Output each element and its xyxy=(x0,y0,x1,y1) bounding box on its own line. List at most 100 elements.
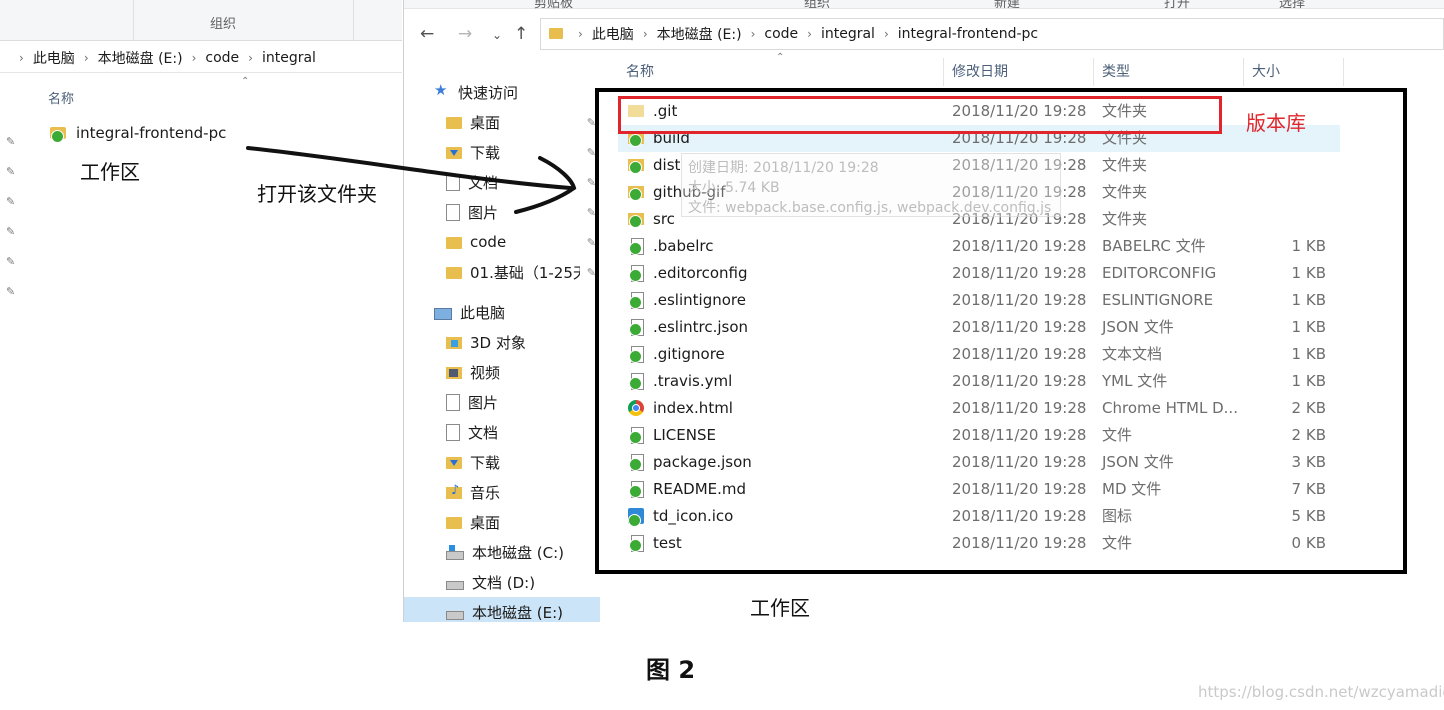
breadcrumb-separator-icon[interactable]: › xyxy=(807,27,812,41)
nav-item[interactable]: 下载 xyxy=(404,447,600,477)
ribbon-divider xyxy=(133,0,134,40)
breadcrumb-item[interactable]: integral xyxy=(821,26,875,42)
left-explorer-window: 组织 › 此电脑 › 本地磁盘 (E:) › code › integral 名称 ⌃ ✎ ✎… xyxy=(0,0,402,622)
breadcrumb-separator-icon[interactable]: › xyxy=(643,27,648,41)
nav-item[interactable]: 音乐 xyxy=(404,477,600,507)
table-row[interactable]: test 2018/11/20 19:28 文件 0 KB xyxy=(618,530,1340,557)
nav-item[interactable]: 本地磁盘 (C:) xyxy=(404,537,600,567)
column-header-size[interactable]: 大小 xyxy=(1252,58,1344,86)
figure-caption: 图 2 xyxy=(646,656,696,684)
breadcrumb-item[interactable]: code xyxy=(205,50,239,66)
git-synced-folder-icon xyxy=(628,130,644,147)
table-row[interactable]: td_icon.ico 2018/11/20 19:28 图标 5 KB xyxy=(618,503,1340,530)
pin-icon[interactable]: ✎ xyxy=(587,266,596,279)
left-address-bar[interactable]: › 此电脑 › 本地磁盘 (E:) › code › integral xyxy=(0,42,402,73)
nav-item-label: 文档 (D:) xyxy=(472,573,536,592)
main-explorer-window: 剪贴板 组织 新建 打开 选择 ← → ⌄ ↑ › 此电脑 › 本地磁盘 (E:) › c… xyxy=(403,0,1444,622)
breadcrumb-item[interactable]: integral-frontend-pc xyxy=(898,26,1038,42)
file-name: src xyxy=(653,210,675,228)
breadcrumb-separator-icon[interactable]: › xyxy=(578,27,583,41)
column-header-type[interactable]: 类型 xyxy=(1102,58,1244,86)
table-row[interactable]: .editorconfig 2018/11/20 19:28 EDITORCONFI… xyxy=(618,260,1340,287)
file-size: 2 KB xyxy=(1291,426,1326,444)
table-row[interactable]: LICENSE 2018/11/20 19:28 文件 2 KB xyxy=(618,422,1340,449)
nav-item[interactable]: 桌面 xyxy=(404,507,600,537)
forward-arrow-icon[interactable]: → xyxy=(458,24,472,44)
column-header-label: 名称 xyxy=(626,64,654,80)
pin-icon: ✎ xyxy=(6,165,16,178)
file-name: .travis.yml xyxy=(653,372,733,390)
git-synced-file-icon xyxy=(628,265,644,282)
nav-item[interactable]: 本地磁盘 (E:) xyxy=(404,597,600,622)
star-icon xyxy=(434,81,450,100)
folder-icon xyxy=(446,237,462,249)
breadcrumb-item[interactable]: 本地磁盘 (E:) xyxy=(657,24,742,44)
column-header-date[interactable]: 修改日期 xyxy=(952,58,1094,86)
table-row[interactable]: .gitignore 2018/11/20 19:28 文本文档 1 KB xyxy=(618,341,1340,368)
breadcrumb-item[interactable]: 此电脑 xyxy=(592,24,634,44)
table-row[interactable]: .eslintignore 2018/11/20 19:28 ESLINTIGNOR… xyxy=(618,287,1340,314)
breadcrumb-separator-icon[interactable]: › xyxy=(192,51,197,65)
ribbon-tab[interactable]: 组织 xyxy=(804,0,830,11)
file-type: Chrome HTML D... xyxy=(1102,399,1238,417)
recent-locations-chevron-icon[interactable]: ⌄ xyxy=(492,28,502,42)
up-arrow-icon[interactable]: ↑ xyxy=(514,24,528,44)
pin-icon[interactable]: ✎ xyxy=(587,236,596,249)
table-row[interactable]: build 2018/11/20 19:28 文件夹 xyxy=(618,125,1340,152)
drive-icon xyxy=(446,580,464,590)
nav-item[interactable]: 视频 xyxy=(404,357,600,387)
ribbon-tab[interactable]: 新建 xyxy=(994,0,1020,11)
hidden-folder-icon xyxy=(628,105,644,117)
pc-icon xyxy=(434,307,452,320)
main-address-bar[interactable]: › 此电脑 › 本地磁盘 (E:) › code › integral › integral-fr… xyxy=(540,18,1444,50)
pin-icon[interactable]: ✎ xyxy=(587,116,596,129)
nav-item[interactable]: 桌面 ✎ xyxy=(404,107,600,137)
breadcrumb[interactable]: › 此电脑 › 本地磁盘 (E:) › code › integral › integral-fr… xyxy=(569,24,1038,44)
nav-item[interactable]: 图片 xyxy=(404,387,600,417)
breadcrumb-item[interactable]: 此电脑 xyxy=(33,48,75,68)
breadcrumb-separator-icon[interactable]: › xyxy=(248,51,253,65)
annotation-workspace-left: 工作区 xyxy=(80,160,140,184)
breadcrumb-separator-icon[interactable]: › xyxy=(884,27,889,41)
git-synced-file-icon xyxy=(628,373,644,390)
breadcrumb-separator-icon[interactable]: › xyxy=(751,27,756,41)
nav-item[interactable]: 文档 xyxy=(404,417,600,447)
breadcrumb-separator-icon[interactable]: › xyxy=(19,51,24,65)
3d-objects-icon xyxy=(446,337,462,349)
nav-item[interactable]: 此电脑 xyxy=(404,297,600,327)
table-row[interactable]: index.html 2018/11/20 19:28 Chrome HTML D.… xyxy=(618,395,1340,422)
nav-item[interactable]: 文档 (D:) xyxy=(404,567,600,597)
table-row[interactable]: .travis.yml 2018/11/20 19:28 YML 文件 1 KB xyxy=(618,368,1340,395)
nav-item[interactable]: 3D 对象 xyxy=(404,327,600,357)
file-date: 2018/11/20 19:28 xyxy=(952,507,1087,525)
nav-item-label: 本地磁盘 (E:) xyxy=(472,603,564,622)
breadcrumb[interactable]: › 此电脑 › 本地磁盘 (E:) › code › integral xyxy=(10,48,316,68)
download-folder-icon xyxy=(446,457,462,469)
table-row[interactable]: .babelrc 2018/11/20 19:28 BABELRC 文件 1 KB xyxy=(618,233,1340,260)
back-arrow-icon[interactable]: ← xyxy=(420,24,434,44)
ribbon-tab[interactable]: 选择 xyxy=(1279,0,1305,11)
column-header-label: 类型 xyxy=(1102,64,1130,80)
breadcrumb-item[interactable]: code xyxy=(764,26,798,42)
file-size: 5 KB xyxy=(1291,507,1326,525)
column-header-name[interactable]: 名称 ⌃ xyxy=(626,52,944,86)
ribbon-tab[interactable]: 剪贴板 xyxy=(534,0,573,11)
column-header-name[interactable]: 名称 ⌃ xyxy=(48,76,249,107)
pin-icon: ✎ xyxy=(6,225,16,238)
nav-item[interactable]: code ✎ xyxy=(404,227,600,257)
table-row[interactable]: .eslintrc.json 2018/11/20 19:28 JSON 文件 1 K… xyxy=(618,314,1340,341)
nav-item[interactable]: 快速访问 xyxy=(404,77,600,107)
breadcrumb-separator-icon[interactable]: › xyxy=(84,51,89,65)
nav-item-label: 快速访问 xyxy=(458,83,519,102)
table-row[interactable]: package.json 2018/11/20 19:28 JSON 文件 3 KB xyxy=(618,449,1340,476)
nav-item[interactable]: 01.基础（1-25天 ✎ xyxy=(404,257,600,287)
breadcrumb-item[interactable]: 本地磁盘 (E:) xyxy=(98,48,183,68)
list-item-integral-frontend-pc[interactable]: integral-frontend-pc xyxy=(50,124,226,143)
ribbon-tab[interactable]: 打开 xyxy=(1164,0,1190,11)
breadcrumb-item[interactable]: integral xyxy=(262,50,316,66)
table-row[interactable]: .git 2018/11/20 19:28 文件夹 xyxy=(618,98,1340,125)
table-row[interactable]: README.md 2018/11/20 19:28 MD 文件 7 KB xyxy=(618,476,1340,503)
file-name: index.html xyxy=(653,399,733,417)
column-header-label: 修改日期 xyxy=(952,64,1008,80)
windows-drive-icon xyxy=(446,544,464,560)
